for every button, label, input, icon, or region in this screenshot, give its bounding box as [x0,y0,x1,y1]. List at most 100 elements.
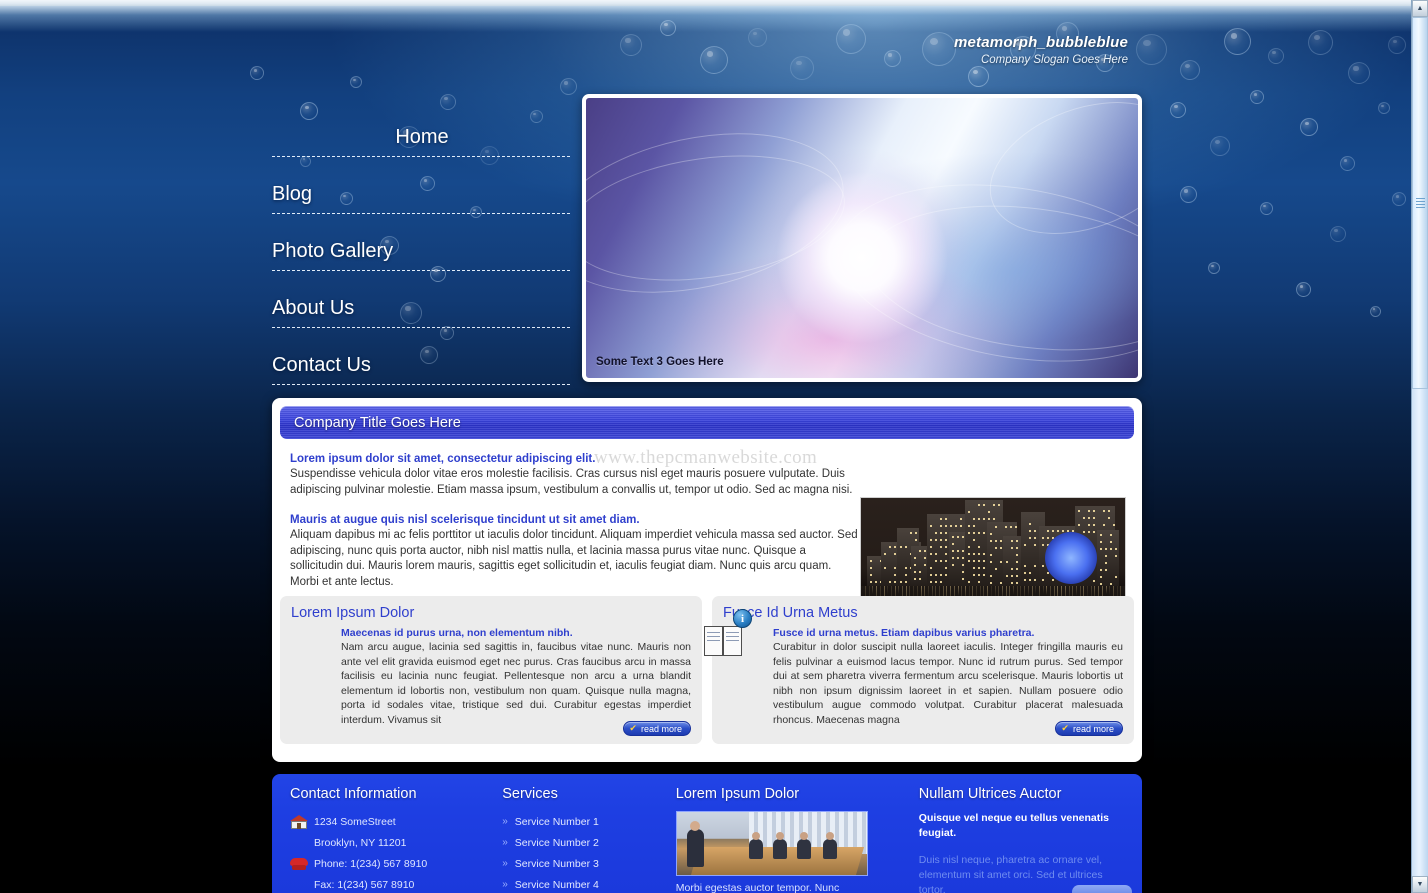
bubble-decoration [790,56,814,80]
chevron-right-icon: » [502,858,508,869]
service-label: Service Number 2 [515,837,599,849]
company-title-text: Company Title Goes Here [294,415,461,431]
bubble-decoration [1300,118,1318,136]
article-paragraph: Suspendisse vehicula dolor vitae eros mo… [290,467,862,498]
bubble-decoration [748,28,767,47]
main-navigation[interactable]: Home Blog Photo Gallery About Us Contact Us [272,119,572,404]
contact-phone-line: Phone: 1(234) 567 8910 [290,853,502,874]
read-more-button[interactable]: ✔ read more [623,721,691,736]
bubble-decoration [1348,62,1370,84]
service-label: Service Number 3 [515,858,599,870]
bubble-decoration [620,34,642,56]
meeting-room-photo [676,811,868,876]
bubble-decoration [1308,30,1333,55]
attendee-figure [773,839,787,859]
hero-banner-image: Some Text 3 Goes Here [582,94,1142,382]
feature-lead: Maecenas id purus urna, non elementum ni… [341,626,691,640]
contact-city: Brooklyn, NY 11201 [314,837,406,849]
bubble-decoration [884,50,901,67]
services-list: » Service Number 1 » Service Number 2 » Servi… [502,811,676,893]
feature-title: Fusce Id Urna Metus [723,605,1123,621]
nav-item-label: Blog [272,183,572,206]
scroll-thumb-grip [1416,198,1425,208]
banner-caption: Some Text 3 Goes Here [596,356,724,368]
bubble-decoration [300,102,318,120]
chevron-right-icon: » [502,816,508,827]
company-title-bar: Company Title Goes Here [280,406,1134,439]
bubble-decoration [1180,186,1197,203]
scroll-track[interactable] [1412,17,1428,876]
service-label: Service Number 1 [515,816,599,828]
footer-column-lorem: Lorem Ipsum Dolor Morbi egestas auctor t… [676,786,919,893]
nav-item-label: Photo Gallery [272,240,572,263]
bubble-decoration [1378,102,1390,114]
service-item[interactable]: » Service Number 2 [502,832,676,853]
bubble-decoration [250,66,264,80]
service-item[interactable]: » Service Number 4 [502,874,676,893]
nav-item-photo-gallery[interactable]: Photo Gallery [272,233,572,290]
browser-viewport: metamorph_bubbleblue Company Slogan Goes… [0,0,1428,893]
bubble-decoration [1370,306,1381,317]
bubble-decoration [1250,90,1264,104]
brand-name: metamorph_bubbleblue [954,34,1128,51]
check-icon: ✔ [1061,724,1069,733]
scroll-down-button[interactable]: ▼ [1412,876,1428,893]
feature-body: Nam arcu augue, lacinia sed sagittis in,… [341,640,691,728]
bubble-decoration [560,78,577,95]
read-more-label: read more [1073,724,1114,734]
bubble-decoration [1180,60,1200,80]
nav-item-about-us[interactable]: About Us [272,290,572,347]
nav-item-divider [272,270,572,271]
nav-item-blog[interactable]: Blog [272,176,572,233]
scroll-up-button[interactable]: ▲ [1412,0,1428,17]
nav-item-home[interactable]: Home [272,119,572,176]
article-region: www.thepcmanwebsite.com Lorem ipsum dolo… [280,453,1134,590]
service-label: Service Number 4 [515,879,599,891]
vertical-scrollbar[interactable]: ▲ ▼ [1411,0,1428,893]
feature-icon: i [723,626,765,668]
article-heading: Lorem ipsum dolor sit amet, consectetur … [290,453,1126,465]
chevron-right-icon: » [502,879,508,890]
feature-title: Lorem Ipsum Dolor [291,605,691,621]
contact-phone: Phone: 1(234) 567 8910 [314,858,427,870]
contact-street-line: 1234 SomeStreet [290,811,502,832]
house-icon [290,814,308,829]
feature-body: Curabitur in dolor suscipit nulla laoree… [773,640,1123,728]
bubble-decoration [1268,48,1284,64]
nav-item-divider [272,156,572,157]
read-more-button[interactable]: ✔ read more [1055,721,1123,736]
ferris-wheel [1045,532,1097,584]
nav-item-label: About Us [272,297,572,320]
main-content-panel: Company Title Goes Here www.thepcmanwebs… [272,398,1142,762]
footer-column-services: Services » Service Number 1 » Service Numbe… [502,786,676,893]
footer-nullam-heading: Nullam Ultrices Auctor [919,786,1132,802]
service-item[interactable]: » Service Number 3 [502,853,676,874]
bubble-decoration [1340,156,1355,171]
footer-lorem-caption: Morbi egestas auctor tempor. Nunc [676,882,919,893]
footer-contact-heading: Contact Information [290,786,502,802]
bubble-decoration [1296,282,1311,297]
nav-item-label: Contact Us [272,354,572,377]
water-surface-decoration [0,6,1411,32]
bubble-decoration [1210,136,1230,156]
service-item[interactable]: » Service Number 1 [502,811,676,832]
bubble-decoration [1224,28,1251,55]
attendee-figure [797,839,811,859]
bubble-decoration [700,46,728,74]
feature-box: Fusce Id Urna Metus i Fusce id urna metus.… [712,596,1134,744]
scroll-thumb[interactable] [1412,17,1428,389]
footer-nullam-lead: Quisque vel neque eu tellus venenatis fe… [919,811,1132,841]
bubble-decoration [1208,262,1220,274]
bubble-decoration [1260,202,1273,215]
bubble-decoration [968,66,989,87]
bubble-decoration [922,32,956,66]
nav-item-divider [272,384,572,385]
info-badge-icon: i [733,609,752,628]
nav-item-contact-us[interactable]: Contact Us [272,347,572,404]
bubble-decoration [1330,226,1346,242]
footer-more-button[interactable] [1072,885,1132,893]
attendee-figure [823,839,837,859]
site-branding: metamorph_bubbleblue Company Slogan Goes… [954,34,1128,66]
check-icon: ✔ [629,724,637,733]
feature-box-row: Lorem Ipsum Dolor Maecenas id purus urna,… [280,596,1134,744]
